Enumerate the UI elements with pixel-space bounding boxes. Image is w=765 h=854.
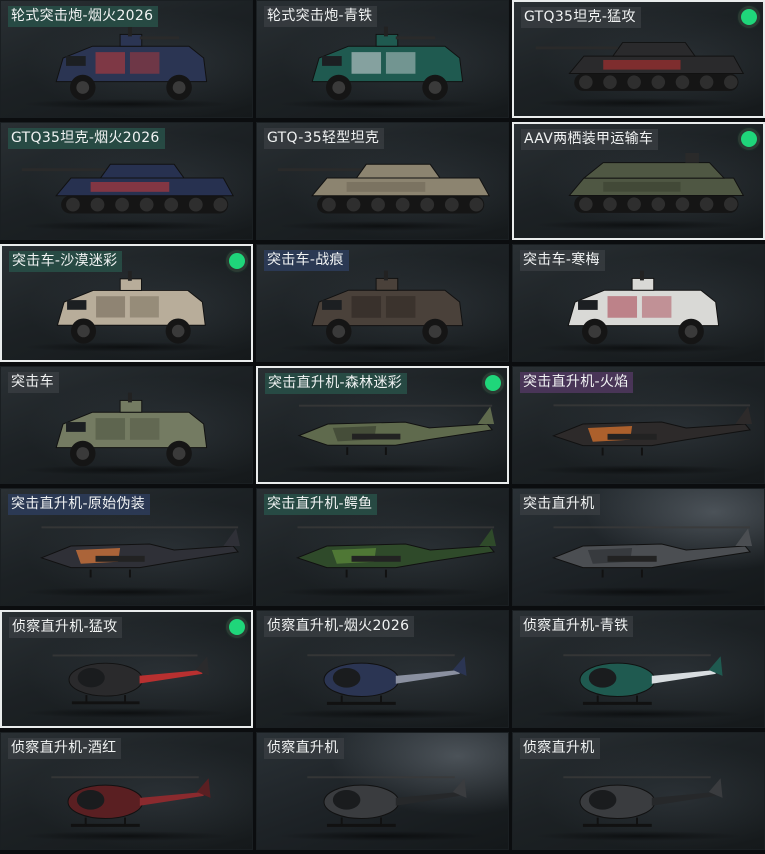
vehicle-skin-card[interactable]: AAV两栖装甲运输车 [512,122,765,240]
vehicle-skin-name: 突击车 [8,372,59,393]
vehicle-skin-name: 轮式突击炮-青铁 [264,6,378,27]
vehicle-skin-name: 突击车-战痕 [264,250,349,271]
vehicle-skin-card[interactable]: 突击直升机-火焰 [512,366,765,484]
vehicle-skin-card[interactable]: 突击直升机 [512,488,765,606]
owned-indicator-icon [741,9,757,25]
vehicle-skin-card[interactable]: GTQ35坦克-猛攻 [512,0,765,118]
vehicle-skin-card[interactable]: 突击车 [0,366,253,484]
owned-indicator-icon [229,619,245,635]
vehicle-skin-grid: 轮式突击炮-烟火2026 轮式突击炮-青铁 GTQ35坦克-猛攻 GTQ35坦克-烟火… [0,0,765,854]
vehicle-skin-name: 突击直升机-火焰 [520,372,634,393]
owned-indicator-icon [741,131,757,147]
vehicle-skin-name: 侦察直升机-青铁 [520,616,634,637]
vehicle-skin-card[interactable]: 突击直升机-森林迷彩 [256,366,509,484]
vehicle-skin-card[interactable]: 突击车-战痕 [256,244,509,362]
vehicle-skin-name: 突击直升机 [520,494,600,515]
vehicle-skin-card[interactable]: 轮式突击炮-青铁 [256,0,509,118]
vehicle-skin-name: 侦察直升机 [264,738,344,759]
vehicle-skin-card[interactable]: 突击直升机-原始伪装 [0,488,253,606]
vehicle-skin-card[interactable]: 侦察直升机-酒红 [0,732,253,850]
vehicle-skin-card[interactable]: 侦察直升机 [256,732,509,850]
owned-indicator-icon [229,253,245,269]
vehicle-skin-name: 轮式突击炮-烟火2026 [8,6,159,27]
vehicle-skin-name: 突击直升机-原始伪装 [8,494,151,515]
vehicle-skin-card[interactable]: GTQ-35轻型坦克 [256,122,509,240]
vehicle-skin-card[interactable]: 突击车-寒梅 [512,244,765,362]
vehicle-skin-name: 突击车-沙漠迷彩 [9,251,123,272]
vehicle-skin-name: GTQ-35轻型坦克 [264,128,385,149]
vehicle-skin-card[interactable]: 突击直升机-鳄鱼 [256,488,509,606]
vehicle-skin-card[interactable]: 突击车-沙漠迷彩 [0,244,253,362]
vehicle-skin-name: GTQ35坦克-猛攻 [521,7,641,28]
vehicle-skin-card[interactable]: 侦察直升机-猛攻 [0,610,253,728]
vehicle-skin-card[interactable]: GTQ35坦克-烟火2026 [0,122,253,240]
vehicle-skin-name: 突击直升机-森林迷彩 [265,373,408,394]
vehicle-skin-name: 侦察直升机-烟火2026 [264,616,415,637]
vehicle-skin-name: 侦察直升机 [520,738,600,759]
vehicle-skin-card[interactable]: 侦察直升机-烟火2026 [256,610,509,728]
vehicle-skin-name: 侦察直升机-猛攻 [9,617,123,638]
vehicle-skin-card[interactable]: 侦察直升机-青铁 [512,610,765,728]
vehicle-skin-name: 突击车-寒梅 [520,250,605,271]
vehicle-skin-name: GTQ35坦克-烟火2026 [8,128,165,149]
owned-indicator-icon [485,375,501,391]
vehicle-skin-name: AAV两栖装甲运输车 [521,129,659,150]
vehicle-skin-card[interactable]: 侦察直升机 [512,732,765,850]
vehicle-skin-name: 侦察直升机-酒红 [8,738,122,759]
vehicle-skin-name: 突击直升机-鳄鱼 [264,494,378,515]
vehicle-skin-card[interactable]: 轮式突击炮-烟火2026 [0,0,253,118]
